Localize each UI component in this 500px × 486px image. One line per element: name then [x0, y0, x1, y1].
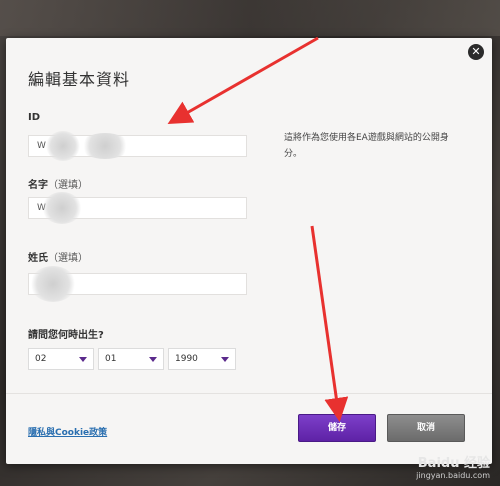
annotation-arrows [167, 36, 349, 422]
baidu-watermark: Baidu 经验 jingyan.baidu.com [416, 452, 490, 480]
annotation-arrow-to-save [310, 225, 349, 422]
watermark-url: jingyan.baidu.com [416, 471, 490, 480]
annotation-arrow-to-id [167, 36, 319, 124]
watermark-brand: Baidu 经验 [417, 456, 490, 471]
